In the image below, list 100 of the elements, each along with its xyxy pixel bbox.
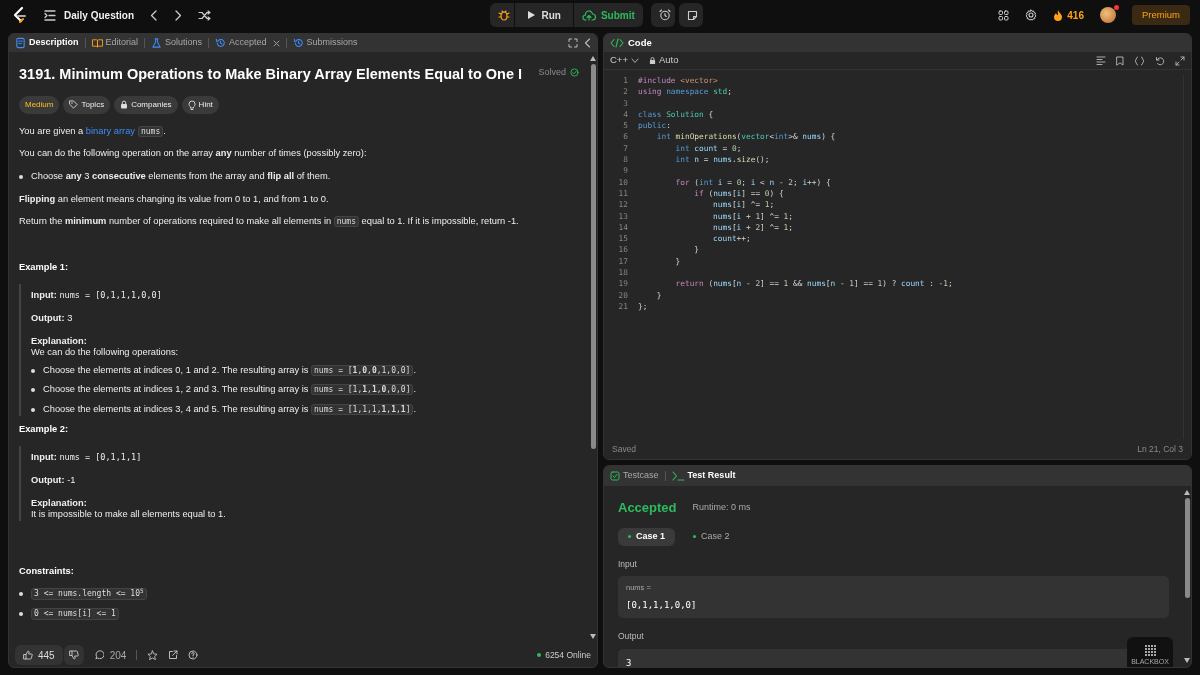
- runtime: Runtime: 0 ms: [692, 501, 751, 514]
- reset-icon[interactable]: [1155, 55, 1165, 66]
- scroll-up-icon[interactable]: [590, 56, 596, 61]
- explanation-text: It is impossible to make all elements equal to 1.: [31, 509, 227, 521]
- constraint-code: 3 <= nums.length <= 10$^{5}$: [31, 588, 147, 601]
- example-result-text: Output: -1: [31, 474, 77, 487]
- thumbs-up-icon: [23, 650, 33, 660]
- dot-grid-icon: [1143, 644, 1157, 657]
- tag-chip[interactable]: Topics: [63, 95, 111, 114]
- bookmark-icon[interactable]: [1116, 55, 1124, 66]
- constraint-code: 0 <= nums[i] <= 1: [31, 608, 119, 621]
- list-item-text: Choose the elements at indices 3, 4 and 5. The resulting array is nums = [1,1,1,1,1,1] .: [43, 404, 417, 416]
- cursor-position: Ln 21, Col 3: [1137, 442, 1183, 456]
- help-icon[interactable]: [188, 650, 199, 660]
- flame-icon: [1053, 9, 1064, 21]
- history-icon: [292, 37, 304, 49]
- comments-button[interactable]: 204: [93, 647, 127, 663]
- book-icon: [91, 37, 103, 49]
- tag-chip[interactable]: Hint: [181, 95, 219, 114]
- shuffle-icon[interactable]: [198, 9, 211, 21]
- lock-icon: [648, 56, 656, 65]
- check-circle-icon: [570, 68, 579, 78]
- doc-icon: [15, 37, 26, 49]
- note-icon: [686, 9, 698, 21]
- example-heading: Example 1:: [19, 261, 70, 274]
- verdict: Accepted: [618, 499, 677, 517]
- inline-link[interactable]: binary array: [85, 125, 135, 136]
- braces-icon[interactable]: [1134, 55, 1145, 66]
- alarm-clock-icon: [658, 9, 671, 21]
- panel-tab[interactable]: Testcase: [610, 469, 659, 483]
- panel-tab[interactable]: Accepted: [215, 36, 267, 50]
- format-icon[interactable]: [1096, 56, 1106, 65]
- submit-button[interactable]: Submit: [573, 3, 643, 27]
- list-icon[interactable]: [44, 9, 56, 21]
- example-argument-text: Input: nums = [0,1,1,1,0,0]: [31, 289, 163, 302]
- lock-icon: [120, 100, 129, 110]
- problem-list-link[interactable]: Daily Question: [64, 7, 134, 23]
- input-value: [0,1,1,1,0,0]: [626, 598, 698, 612]
- star-icon[interactable]: [147, 649, 159, 661]
- run-button[interactable]: Run: [515, 3, 573, 27]
- example-result-text: Output: 3: [31, 313, 74, 325]
- logo-icon[interactable]: [12, 6, 28, 24]
- debug-button[interactable]: [490, 3, 515, 27]
- online-dot: [537, 653, 542, 657]
- panel-tab[interactable]: Description: [15, 36, 79, 50]
- scroll-down-icon[interactable]: [590, 634, 596, 639]
- close-icon[interactable]: [272, 39, 280, 47]
- expand-icon[interactable]: [1175, 55, 1185, 66]
- example-heading: Example 2:: [19, 423, 70, 436]
- scrollbar-thumb[interactable]: [590, 64, 596, 449]
- fullscreen-icon[interactable]: [568, 38, 578, 48]
- previous-icon[interactable]: [150, 9, 158, 21]
- code-icon: [610, 38, 624, 48]
- panel-title: Code: [628, 35, 652, 50]
- autocomplete-mode[interactable]: Auto: [648, 53, 679, 68]
- output-value: 3: [626, 656, 632, 667]
- collapse-icon[interactable]: [584, 38, 591, 48]
- paragraph: You can do the following operation on the array any number of times (possibly zero):: [19, 148, 368, 160]
- panel-tab[interactable]: Editorial: [91, 36, 139, 50]
- avatar[interactable]: [1100, 7, 1116, 23]
- next-icon[interactable]: [174, 9, 182, 21]
- terminal-icon: [671, 471, 685, 481]
- save-status: Saved: [612, 442, 637, 456]
- lightbulb-icon: [187, 99, 196, 110]
- share-icon[interactable]: [168, 650, 179, 660]
- premium-button[interactable]: Premium: [1132, 4, 1190, 26]
- case-tab[interactable]: Case 2: [683, 527, 740, 546]
- settings-icon[interactable]: [1025, 9, 1038, 21]
- scroll-down-icon[interactable]: [1184, 658, 1190, 663]
- timer-button[interactable]: [650, 3, 675, 27]
- list-item-text: Choose any 3 consecutive elements from the array and flip all of them.: [31, 170, 331, 183]
- field-label: Input: [618, 557, 638, 571]
- dislike-button[interactable]: [63, 645, 84, 665]
- list-item-text: Choose the elements at indices 1, 2 and 3. The resulting array is nums = [1,1,1,0,0,0] .: [43, 384, 417, 397]
- grid-icon[interactable]: [998, 9, 1010, 21]
- paragraph: You are given a binary array nums .: [19, 125, 167, 138]
- problem-title: 3191. Minimum Operations to Make Binary Array Elements Equal to One I: [19, 65, 523, 84]
- tag-icon: [69, 100, 79, 110]
- scrollbar-thumb[interactable]: [1184, 498, 1190, 598]
- chevron-down-icon: [630, 57, 639, 64]
- explanation-label: Explanation:: [31, 335, 88, 348]
- like-button[interactable]: 445: [15, 645, 63, 665]
- panel-tab[interactable]: Solutions: [151, 36, 203, 50]
- tag-chip[interactable]: Medium: [19, 95, 60, 114]
- case-tab[interactable]: Case 1: [618, 527, 676, 546]
- scroll-up-icon[interactable]: [1184, 490, 1190, 495]
- list-item-text: Choose the elements at indices 0, 1 and 2. The resulting array is nums = [1,0,0,1,0,0] .: [43, 364, 417, 377]
- language-dropdown[interactable]: C++: [610, 53, 639, 68]
- play-icon: [527, 10, 537, 20]
- tag-chip[interactable]: Companies: [114, 95, 178, 114]
- solved-label: Solved: [538, 66, 566, 79]
- bug-icon: [498, 9, 511, 21]
- panel-tab[interactable]: Submissions: [292, 36, 358, 50]
- explanation-label: Explanation:: [31, 497, 88, 510]
- checkbox-icon: [610, 471, 620, 481]
- thumbs-down-icon: [68, 650, 79, 660]
- panel-tab[interactable]: Test Result: [671, 469, 736, 483]
- example-argument-text: Input: nums = [0,1,1,1]: [31, 451, 143, 464]
- notes-button[interactable]: [678, 3, 703, 27]
- flask-icon: [151, 37, 163, 49]
